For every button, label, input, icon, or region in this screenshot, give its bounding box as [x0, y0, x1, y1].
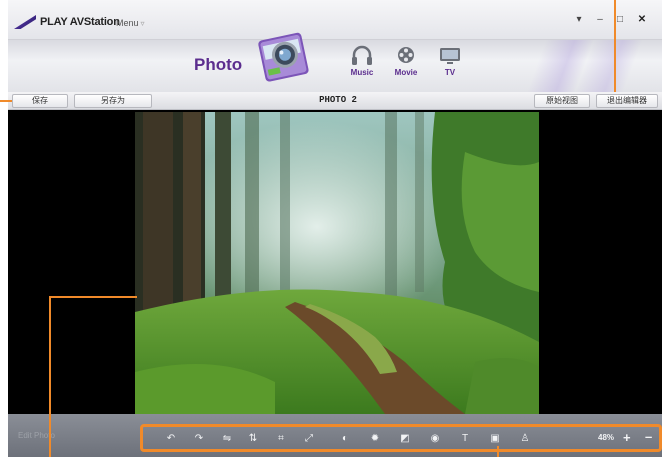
- zoom-level: 48%: [598, 433, 615, 442]
- save-as-button[interactable]: 另存为: [74, 94, 152, 108]
- nav-movie[interactable]: Movie: [386, 42, 426, 77]
- app-logo-icon: [14, 15, 36, 29]
- tv-icon: [440, 48, 460, 64]
- edit-toolbar: 保存 另存为 PHOTO 2 原始视图 退出编辑器: [8, 92, 662, 110]
- nav-movie-label: Movie: [394, 68, 418, 77]
- headphones-icon: [352, 45, 372, 65]
- resize-icon[interactable]: ⤢: [303, 433, 315, 445]
- menu-label: Menu: [116, 18, 139, 28]
- contrast-icon[interactable]: ◩: [399, 433, 411, 445]
- photo-tools-panel: ↶ ↷ ⇋ ⇅ ⌗ ⤢ ◐ ✹ ◩ ◉ T ▣ ♙ 48% + –: [140, 424, 662, 452]
- callout-line-save: [0, 100, 12, 102]
- photo-title: PHOTO 2: [319, 95, 357, 105]
- title-bar: PLAY AVStation Menu ▿ ▾ – □ ✕: [8, 0, 662, 40]
- zoom-out-button[interactable]: –: [645, 429, 652, 444]
- sun-icon[interactable]: ✹: [369, 433, 381, 445]
- frame-icon[interactable]: ▣: [489, 433, 501, 445]
- red-eye-icon[interactable]: ◉: [429, 433, 441, 445]
- current-section-label: Photo: [194, 55, 243, 74]
- menu-button[interactable]: Menu ▿: [116, 18, 145, 28]
- nav-music[interactable]: Music: [342, 42, 382, 77]
- text-icon[interactable]: T: [459, 433, 471, 445]
- original-view-button[interactable]: 原始视图: [534, 94, 590, 108]
- nav-music-label: Music: [350, 68, 374, 77]
- close-button[interactable]: ✕: [635, 13, 649, 27]
- zoom-in-button[interactable]: +: [623, 430, 631, 445]
- av-station-window: PLAY AVStation Menu ▿ ▾ – □ ✕ Photo Musi…: [0, 0, 662, 457]
- callout-line-tools: [497, 446, 499, 457]
- minimize-button[interactable]: –: [593, 13, 607, 27]
- flip-horizontal-icon[interactable]: ⇋: [221, 433, 233, 445]
- crop-icon[interactable]: ⌗: [275, 433, 287, 445]
- nav-tv-label: TV: [444, 68, 456, 77]
- callout-line-exit: [614, 0, 616, 92]
- photo-viewer: [8, 110, 662, 414]
- header-decoration: [488, 40, 662, 92]
- flip-vertical-icon[interactable]: ⇅: [247, 433, 259, 445]
- section-nav: Photo Music Movie TV: [8, 32, 662, 92]
- stamp-icon[interactable]: ♙: [519, 433, 531, 445]
- exit-editor-button[interactable]: 退出编辑器: [596, 94, 658, 108]
- film-reel-icon: [398, 47, 414, 63]
- chevron-down-icon: ▿: [140, 19, 145, 28]
- brightness-icon[interactable]: ◐: [339, 433, 351, 445]
- app-title: PLAY AVStation: [40, 16, 120, 28]
- bottom-toolbar: Edit Photo ↶ ↷ ⇋ ⇅ ⌗ ⤢ ◐ ✹ ◩ ◉ T ▣ ♙ 48%…: [8, 414, 662, 457]
- window-dropdown-button[interactable]: ▾: [572, 13, 586, 27]
- callout-line-photo: [49, 296, 137, 298]
- save-button[interactable]: 保存: [12, 94, 68, 108]
- rotate-left-icon[interactable]: ↶: [165, 433, 177, 445]
- rotate-right-icon[interactable]: ↷: [193, 433, 205, 445]
- callout-line-photo-down: [49, 296, 51, 457]
- forest-photo: [135, 112, 539, 414]
- nav-tv[interactable]: TV: [430, 42, 470, 77]
- camera-icon[interactable]: [251, 22, 317, 88]
